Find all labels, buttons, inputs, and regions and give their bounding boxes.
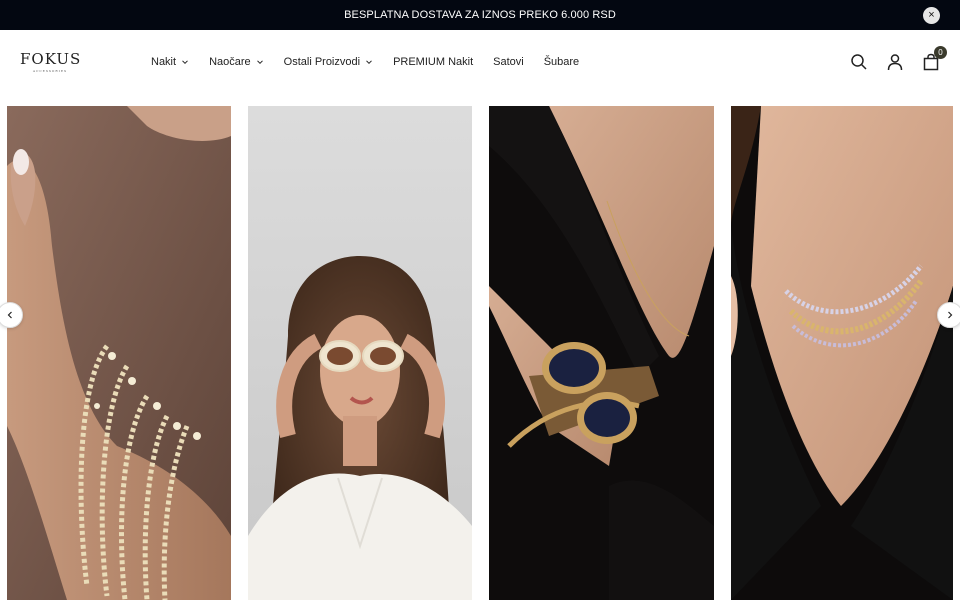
brand-logo[interactable]: FOKUS ACCESSORIES <box>20 52 80 74</box>
nav-item-label: PREMIUM Nakit <box>393 56 474 68</box>
search-button[interactable] <box>850 53 868 71</box>
watch-photo <box>489 106 714 600</box>
account-button[interactable] <box>886 53 904 71</box>
necklace-photo <box>731 106 953 600</box>
announcement-close-button[interactable]: × <box>923 7 940 24</box>
main-nav: Nakit Naočare Ostali Proizvodi PREMIUM N… <box>151 56 599 68</box>
nav-item-naocare[interactable]: Naočare <box>209 56 264 68</box>
slide-sunglasses[interactable] <box>248 106 472 600</box>
nav-item-label: Nakit <box>151 56 177 68</box>
slide-necklace[interactable] <box>731 106 953 600</box>
nav-item-premium-nakit[interactable]: PREMIUM Nakit <box>393 56 473 68</box>
sunglasses-photo <box>248 106 472 600</box>
bracelet-photo <box>7 106 231 600</box>
slide-bracelets[interactable] <box>7 106 231 600</box>
chevron-left-icon <box>7 311 12 319</box>
chevron-down-icon <box>182 60 188 65</box>
site-header: FOKUS ACCESSORIES Nakit Naočare Ostali P… <box>0 30 960 96</box>
announcement-bar: BESPLATNA DOSTAVA ZA IZNOS PREKO 6.000 R… <box>0 0 960 30</box>
chevron-down-icon <box>366 60 372 65</box>
nav-item-ostali-proizvodi[interactable]: Ostali Proizvodi <box>284 56 373 68</box>
brand-tagline: ACCESSORIES <box>32 69 68 73</box>
slide-watch[interactable] <box>489 106 714 600</box>
cart-button[interactable]: 0 <box>922 46 947 71</box>
brand-name: FOKUS <box>20 50 82 68</box>
nav-item-nakit[interactable]: Nakit <box>151 56 189 68</box>
nav-item-satovi[interactable]: Satovi <box>493 56 524 68</box>
chevron-right-icon <box>948 311 953 319</box>
nav-item-label: Naočare <box>209 56 251 68</box>
nav-item-label: Satovi <box>493 56 524 68</box>
nav-item-label: Ostali Proizvodi <box>283 56 361 68</box>
chevron-down-icon <box>256 60 263 65</box>
nav-item-subare[interactable]: Šubare <box>544 56 579 68</box>
user-icon <box>887 54 903 71</box>
announcement-text: BESPLATNA DOSTAVA ZA IZNOS PREKO 6.000 R… <box>344 9 616 21</box>
search-icon <box>851 54 867 70</box>
nav-item-label: Šubare <box>543 56 580 68</box>
carousel-next-button[interactable] <box>937 302 960 328</box>
header-actions: 0 <box>832 46 947 71</box>
hero-carousel <box>0 106 960 600</box>
cart-count-badge: 0 <box>934 46 947 59</box>
